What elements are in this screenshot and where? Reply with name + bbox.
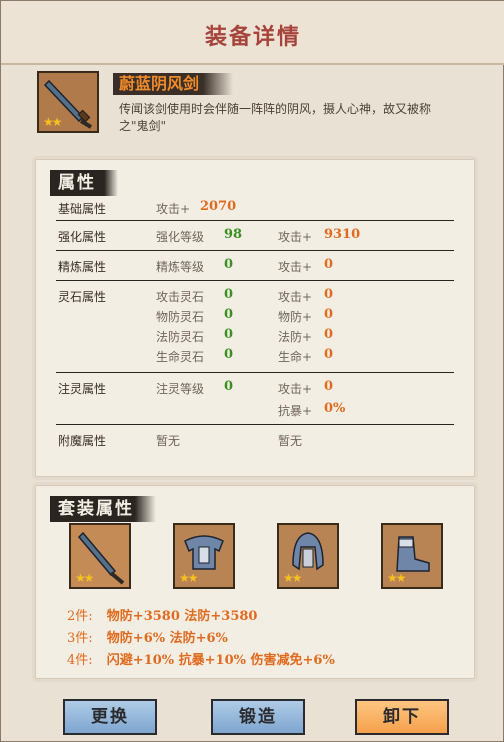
enhance-attribute-row: 强化属性 强化等级 98 攻击+ 9310 — [52, 227, 462, 248]
refine-level-value: 0 — [224, 257, 234, 272]
refine-attribute-row: 精炼属性 精炼等级 0 攻击+ 0 — [52, 257, 462, 278]
gem-bonus-value: 0 — [324, 327, 334, 342]
set-bonus-line: 2件: 物防+3580 法防+3580 — [67, 605, 257, 624]
refine-attack-key: 攻击+ — [278, 260, 313, 274]
enhance-level-key: 强化等级 — [156, 230, 205, 244]
set-bonus-text: 闪避+10% 抗暴+10% 伤害减免+6% — [106, 653, 335, 668]
enhance-level-value: 98 — [224, 227, 243, 242]
divider — [56, 280, 454, 281]
set-bonus-line: 4件: 闪避+10% 抗暴+10% 伤害减免+6% — [67, 649, 335, 668]
gem-bonus-value: 0 — [324, 307, 334, 322]
enchant-attribute-row: 附魔属性 暂无 暂无 — [52, 432, 462, 452]
base-attribute-row: 基础属性 攻击+ 2070 — [52, 199, 462, 220]
gem-bonus-key: 生命+ — [278, 350, 313, 364]
gem-bonus-value: 0 — [324, 287, 334, 302]
set-piece-slot[interactable]: ★★ — [381, 523, 443, 589]
base-attribute-label: 基础属性 — [58, 202, 107, 216]
refine-attribute-label: 精炼属性 — [58, 260, 107, 274]
spirit-attribute-block: 注灵属性 注灵等级 0 攻击+ 0 抗暴+ 0% — [52, 379, 462, 422]
set-piece-slot[interactable]: ★★ — [277, 523, 339, 589]
gem-row-key: 物防灵石 — [156, 310, 205, 324]
unequip-button[interactable]: 卸下 — [355, 699, 449, 735]
gem-row-key: 攻击灵石 — [156, 290, 205, 304]
gem-bonus-key: 攻击+ — [278, 290, 313, 304]
gem-bonus-key: 法防+ — [278, 330, 313, 344]
divider — [56, 250, 454, 251]
set-bonus-count: 3件: — [67, 631, 93, 646]
item-description: 传闻该剑使用时会伴随一阵阵的阴风，摄人心神，故又被称之"鬼剑" — [119, 102, 432, 133]
base-attack-key: 攻击+ — [156, 202, 191, 216]
set-bonus-text: 物防+3580 法防+3580 — [106, 609, 258, 624]
gem-row-value: 0 — [224, 287, 234, 302]
set-piece-stars: ★★ — [179, 571, 198, 585]
spirit-level-key: 注灵等级 — [156, 382, 205, 396]
set-piece-stars: ★★ — [283, 571, 302, 585]
attributes-section-title: 属性 — [50, 170, 118, 196]
gem-row-value: 0 — [224, 327, 234, 342]
item-stars: ★★ — [43, 115, 62, 129]
gem-bonus-value: 0 — [324, 347, 334, 362]
gem-bonus-key: 物防+ — [278, 310, 313, 324]
set-piece-stars: ★★ — [387, 571, 406, 585]
title-bar: 装备详情 — [1, 1, 504, 65]
divider — [56, 372, 454, 373]
refine-attack-value: 0 — [324, 257, 334, 272]
window-title: 装备详情 — [204, 24, 301, 50]
equipment-detail-window: 装备详情 ★★ 蔚蓝阴风剑 传闻该剑使用时会伴随一阵阵的阴风，摄人心神，故又被称… — [0, 0, 504, 742]
set-bonus-count: 4件: — [67, 653, 93, 668]
gem-row-key: 法防灵石 — [156, 330, 205, 344]
enhance-attribute-label: 强化属性 — [58, 230, 107, 244]
attributes-panel: 属性 基础属性 攻击+ 2070 强化属性 强化等级 98 攻击+ 9310 精… — [35, 159, 475, 477]
spirit-crit-key: 抗暴+ — [278, 404, 313, 418]
forge-button[interactable]: 锻造 — [211, 699, 305, 735]
enhance-attack-value: 9310 — [324, 227, 361, 242]
set-bonus-line: 3件: 物防+6% 法防+6% — [67, 627, 228, 646]
spirit-attribute-label: 注灵属性 — [58, 382, 107, 396]
divider — [56, 220, 454, 221]
set-bonus-text: 物防+6% 法防+6% — [106, 631, 228, 646]
set-piece-slot[interactable]: ★★ — [173, 523, 235, 589]
gem-row-value: 0 — [224, 307, 234, 322]
divider — [56, 424, 454, 425]
spirit-crit-value: 0% — [324, 401, 346, 416]
spirit-level-value: 0 — [224, 379, 234, 394]
item-name: 蔚蓝阴风剑 — [113, 73, 234, 95]
enchant-value-1: 暂无 — [156, 434, 181, 448]
gem-row-key: 生命灵石 — [156, 350, 205, 364]
spirit-attack-key: 攻击+ — [278, 382, 313, 396]
gem-attribute-block: 灵石属性 攻击灵石 0 攻击+ 0 物防灵石 0 物防+ 0 法防灵石 0 法防… — [52, 287, 462, 370]
item-icon-slot[interactable]: ★★ — [37, 71, 99, 133]
enchant-attribute-label: 附魔属性 — [58, 434, 107, 448]
set-piece-stars: ★★ — [75, 571, 94, 585]
spirit-attack-value: 0 — [324, 379, 334, 394]
set-bonus-count: 2件: — [67, 609, 93, 624]
gem-attribute-label: 灵石属性 — [58, 290, 107, 304]
set-piece-slot[interactable]: ★★ — [69, 523, 131, 589]
enchant-value-2: 暂无 — [278, 434, 303, 448]
base-attack-value: 2070 — [200, 199, 237, 214]
gem-row-value: 0 — [224, 347, 234, 362]
refine-level-key: 精炼等级 — [156, 260, 205, 274]
set-section-title: 套装属性 — [50, 496, 156, 522]
enhance-attack-key: 攻击+ — [278, 230, 313, 244]
replace-button[interactable]: 更换 — [63, 699, 157, 735]
